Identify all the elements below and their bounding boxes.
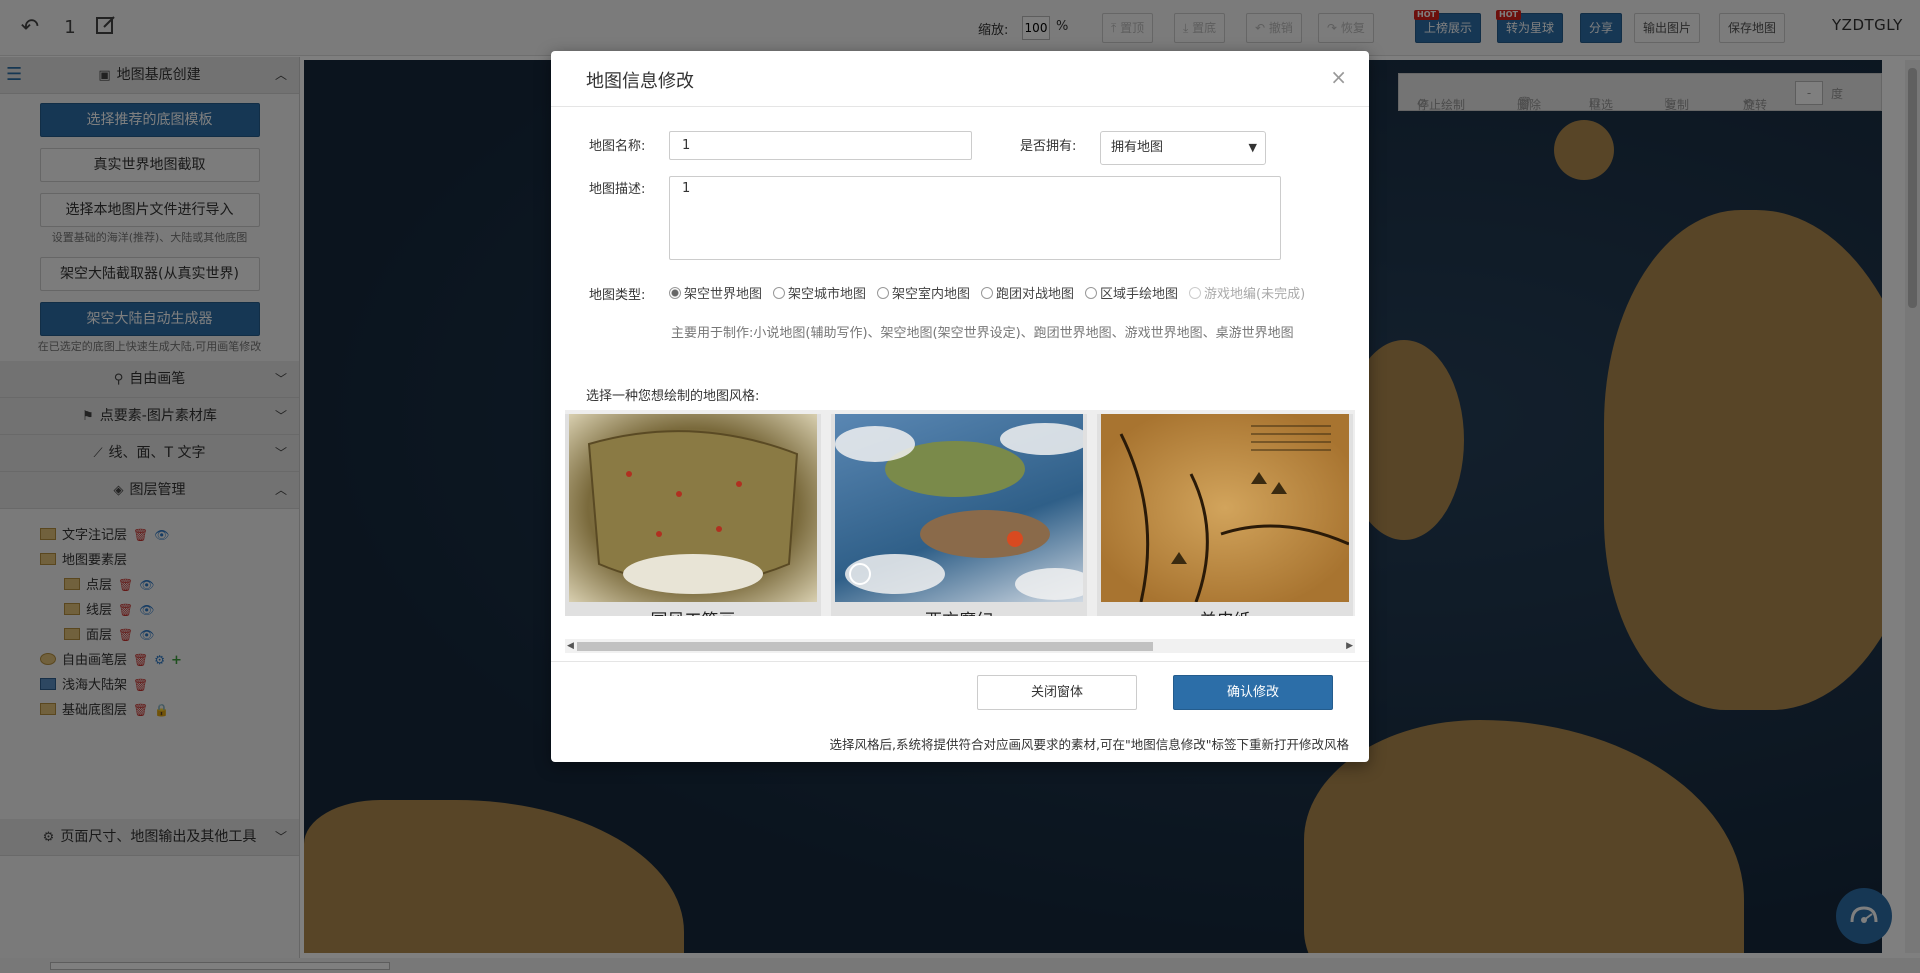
- own-select[interactable]: 拥有地图 ▼: [1100, 131, 1266, 165]
- scrollbar-thumb[interactable]: [577, 642, 1153, 651]
- style-thumbnail: [1101, 414, 1350, 603]
- style-card-parchment[interactable]: 羊皮纸: [1097, 414, 1353, 616]
- own-label: 是否拥有:: [1020, 139, 1077, 154]
- style-name: 国风工笔画: [565, 606, 821, 616]
- style-gallery-scrollbar[interactable]: ◀ ▶: [565, 639, 1355, 653]
- style-gallery: 国风工笔画 西方魔幻 羊皮纸: [565, 410, 1355, 616]
- map-name-input[interactable]: [669, 131, 972, 160]
- radio-dot: [669, 287, 681, 299]
- radio-label: 架空世界地图: [684, 287, 763, 302]
- chevron-down-icon: ▼: [1248, 141, 1257, 154]
- style-name: 西方魔幻: [831, 606, 1087, 616]
- modal-header: 地图信息修改 ×: [551, 51, 1369, 107]
- close-window-button[interactable]: 关闭窗体: [977, 675, 1137, 710]
- map-desc-label: 地图描述:: [589, 182, 646, 197]
- scroll-right-icon[interactable]: ▶: [1346, 639, 1353, 653]
- radio-type-trpg[interactable]: 跑团对战地图: [981, 283, 1074, 302]
- map-info-modal: 地图信息修改 × 地图名称: 是否拥有: 拥有地图 ▼ 地图描述: 1 地图类型…: [551, 51, 1369, 762]
- radio-dot: [877, 287, 889, 299]
- map-desc-textarea[interactable]: 1: [669, 176, 1281, 260]
- own-select-value: 拥有地图: [1111, 140, 1164, 155]
- confirm-button[interactable]: 确认修改: [1173, 675, 1333, 710]
- radio-dot: [1085, 287, 1097, 299]
- style-thumbnail: [835, 414, 1095, 602]
- style-card-chinese[interactable]: 国风工笔画: [565, 414, 821, 616]
- radio-dot: [1189, 287, 1201, 299]
- radio-label: 游戏地编(未完成): [1204, 287, 1306, 302]
- radio-dot: [981, 287, 993, 299]
- radio-type-game: 游戏地编(未完成): [1189, 283, 1305, 302]
- radio-type-world[interactable]: 架空世界地图: [669, 283, 762, 302]
- divider: [551, 661, 1369, 662]
- radio-label: 区域手绘地图: [1100, 287, 1179, 302]
- map-name-label: 地图名称:: [589, 139, 646, 154]
- close-icon[interactable]: ×: [1330, 65, 1347, 89]
- radio-type-city[interactable]: 架空城市地图: [773, 283, 866, 302]
- style-card-western[interactable]: 西方魔幻: [831, 414, 1095, 616]
- map-type-label: 地图类型:: [589, 288, 646, 303]
- radio-type-hand-drawn[interactable]: 区域手绘地图: [1085, 283, 1178, 302]
- modal-title: 地图信息修改: [586, 71, 694, 92]
- footer-note: 选择风格后,系统将提供符合对应画风要求的素材,可在"地图信息修改"标签下重新打开…: [829, 737, 1349, 752]
- radio-label: 架空城市地图: [788, 287, 867, 302]
- radio-label: 跑团对战地图: [996, 287, 1075, 302]
- radio-dot: [773, 287, 785, 299]
- radio-type-indoor[interactable]: 架空室内地图: [877, 283, 970, 302]
- usage-description: 主要用于制作:小说地图(辅助写作)、架空地图(架空世界设定)、跑团世界地图、游戏…: [671, 326, 1294, 341]
- style-thumbnail: [569, 414, 817, 602]
- style-prompt: 选择一种您想绘制的地图风格:: [586, 389, 760, 404]
- radio-label: 架空室内地图: [892, 287, 971, 302]
- scroll-left-icon[interactable]: ◀: [567, 639, 574, 653]
- style-name: 羊皮纸: [1097, 606, 1353, 616]
